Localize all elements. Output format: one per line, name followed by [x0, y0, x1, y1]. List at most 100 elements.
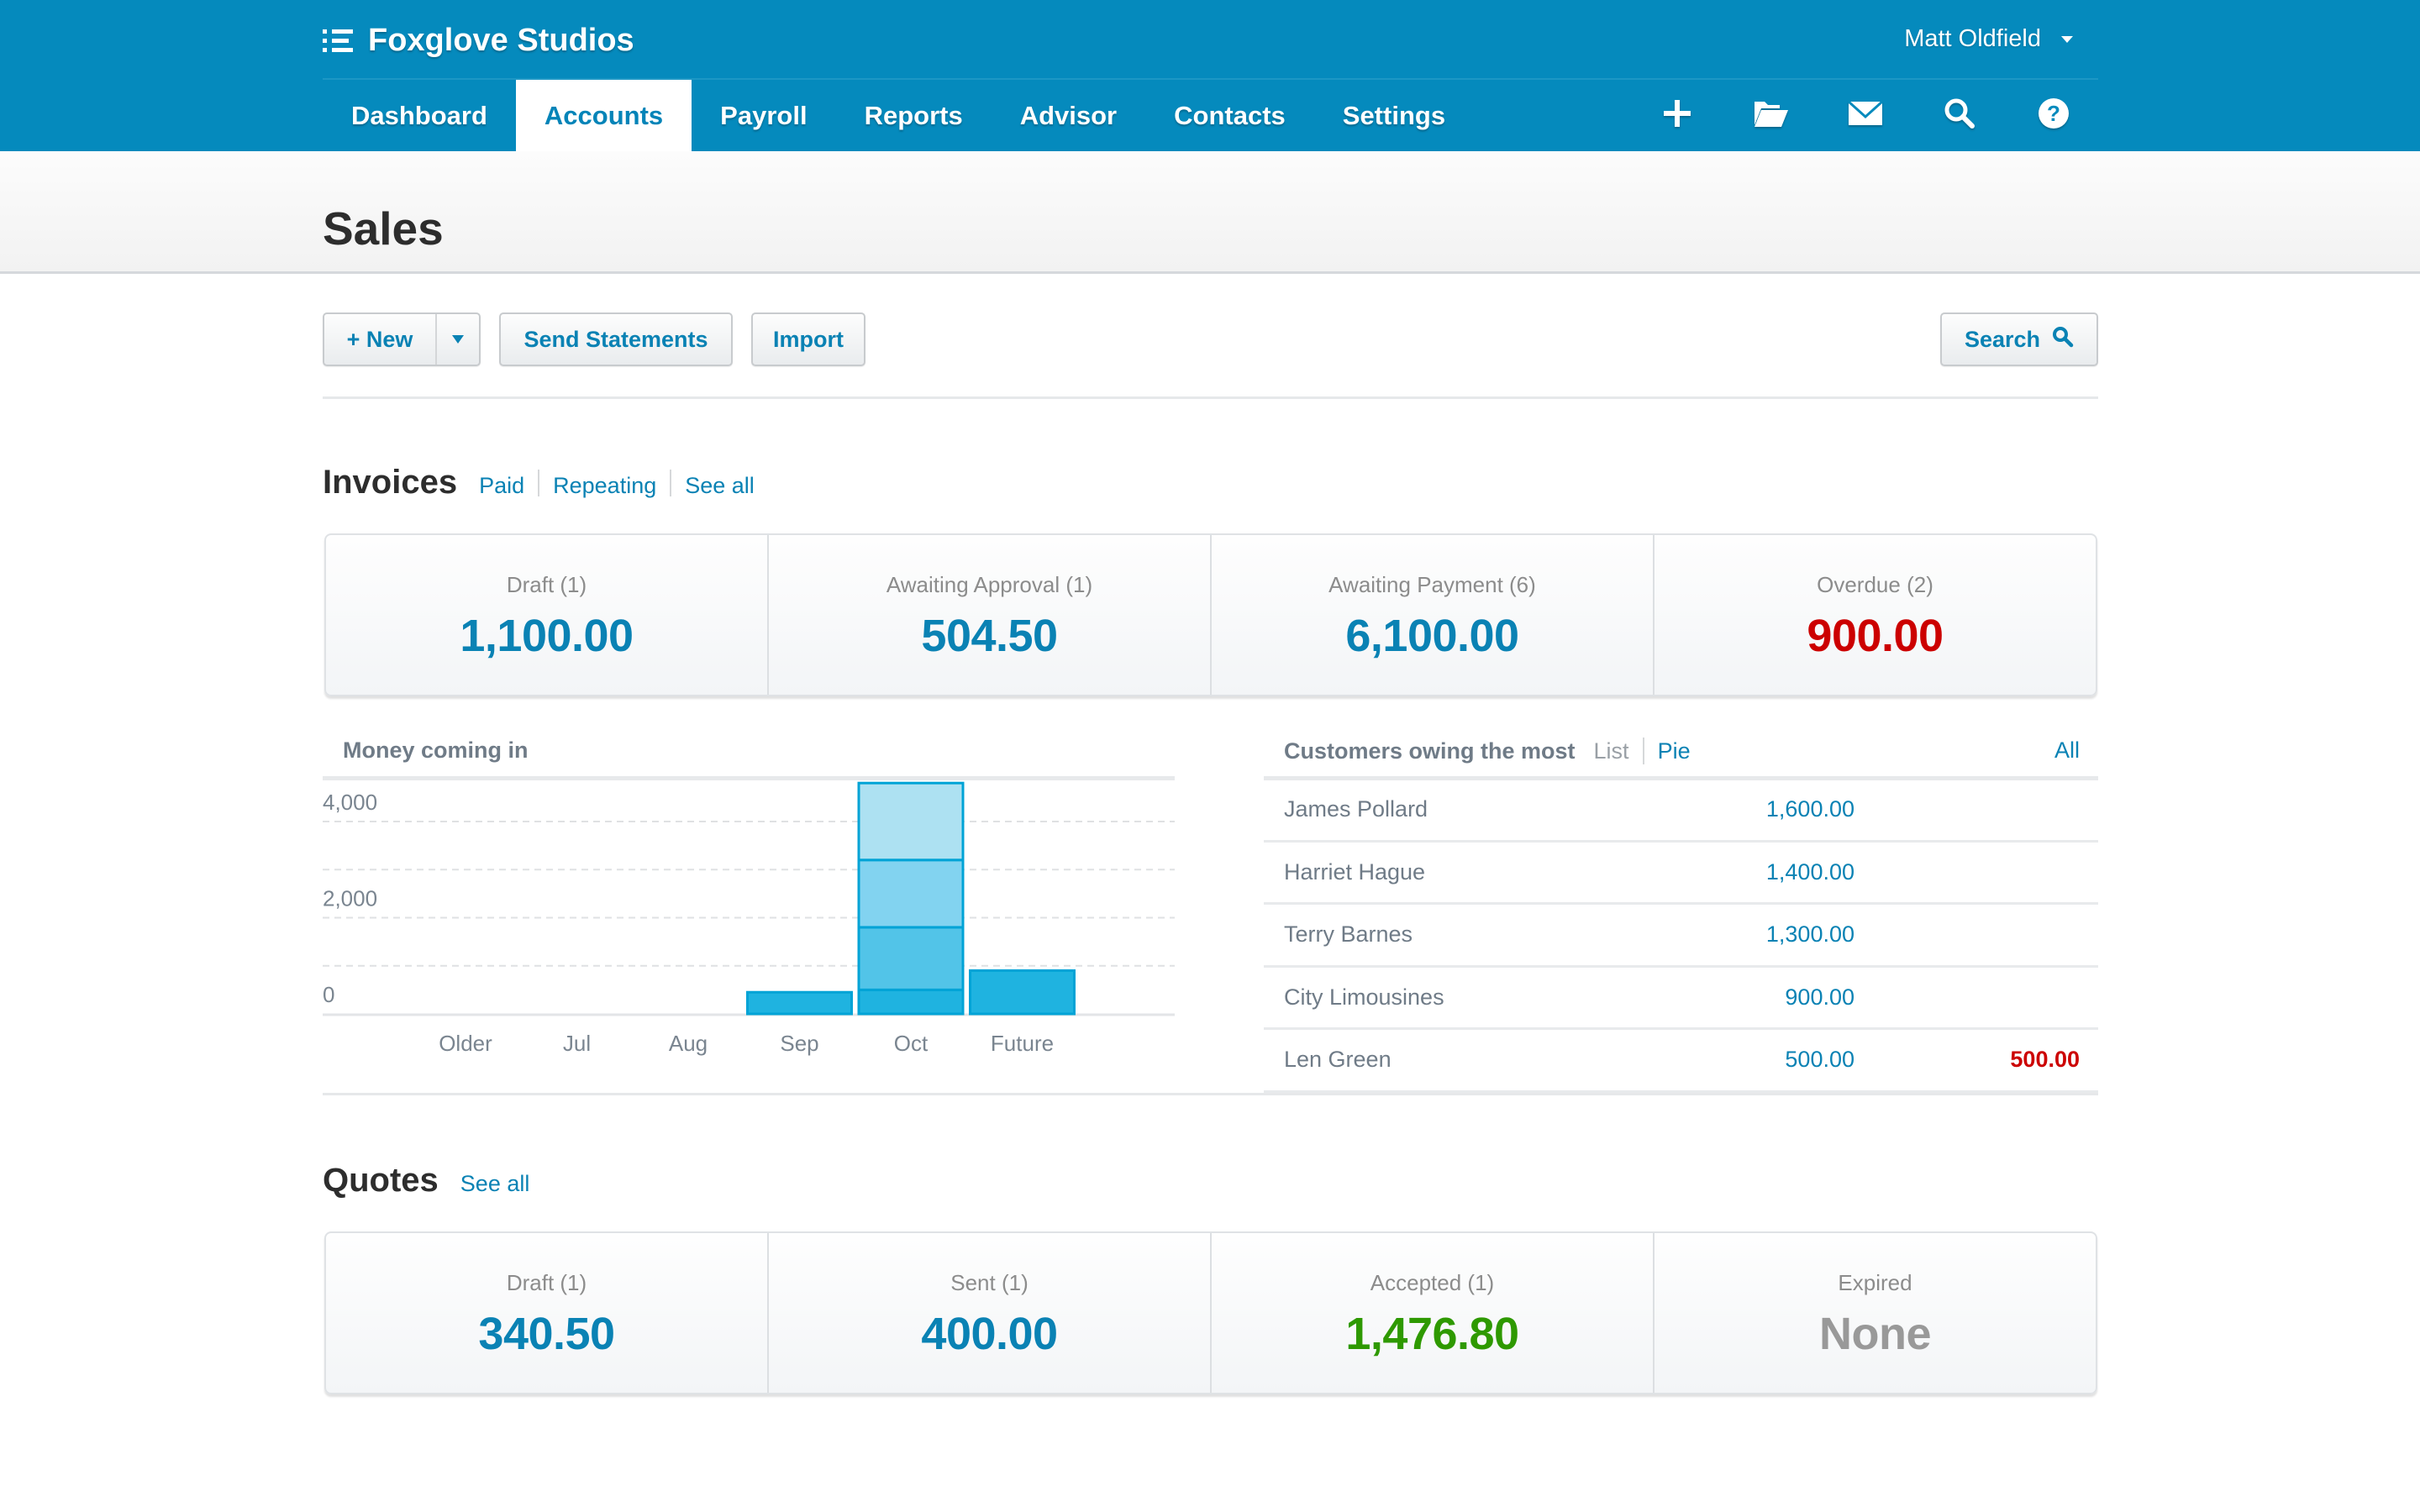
quote-card-expired[interactable]: Expired None: [1655, 1233, 2096, 1393]
folder-icon[interactable]: [1752, 94, 1791, 133]
view-pie-toggle[interactable]: Pie: [1658, 738, 1691, 764]
customer-amount[interactable]: 1,400.00: [1766, 859, 1854, 885]
search-button[interactable]: Search: [1940, 312, 2098, 366]
nav-dashboard[interactable]: Dashboard: [323, 80, 516, 151]
y-tick-label: 4,000: [323, 790, 377, 815]
bar-segment-oct: [857, 858, 965, 929]
invoice-card-awaiting-approval[interactable]: Awaiting Approval (1) 504.50: [769, 535, 1212, 695]
header-actions: ?: [1658, 80, 2073, 147]
help-icon[interactable]: ?: [2034, 94, 2073, 133]
invoices-see-all-link[interactable]: See all: [685, 473, 755, 499]
customers-owing-panel: Customers owing the most List Pie All Ja…: [1264, 722, 2098, 1093]
customer-name: Terry Barnes: [1284, 921, 1413, 947]
customer-row[interactable]: Len Green 500.00 500.00: [1264, 1030, 2098, 1093]
separator: [1642, 738, 1644, 764]
quote-card-draft[interactable]: Draft (1) 340.50: [326, 1233, 769, 1393]
send-statements-button[interactable]: Send Statements: [499, 312, 733, 366]
customer-row[interactable]: City Limousines 900.00: [1264, 968, 2098, 1030]
panel-divider: [323, 776, 1175, 780]
quote-card-accepted[interactable]: Accepted (1) 1,476.80: [1212, 1233, 1655, 1393]
card-value: 340.50: [478, 1309, 615, 1359]
separator: [670, 469, 672, 496]
customer-name: James Pollard: [1284, 796, 1428, 822]
page-title: Sales: [323, 202, 444, 255]
x-tick-label: Sep: [780, 1031, 818, 1056]
org-switcher[interactable]: Foxglove Studios: [323, 18, 634, 62]
view-list-toggle[interactable]: List: [1594, 738, 1629, 764]
import-button[interactable]: Import: [751, 312, 865, 366]
card-value: 1,100.00: [460, 611, 634, 661]
customers-heading: Customers owing the most List Pie: [1284, 738, 1691, 764]
new-button[interactable]: + New: [324, 327, 435, 353]
chevron-down-icon: [452, 335, 464, 344]
card-value: 400.00: [921, 1309, 1058, 1359]
plus-icon[interactable]: [1658, 94, 1697, 133]
card-label: Draft (1): [506, 572, 587, 597]
separator: [538, 469, 540, 496]
y-tick-label: 0: [323, 982, 334, 1007]
card-label: Expired: [1838, 1270, 1912, 1295]
x-tick-label: Oct: [894, 1031, 929, 1056]
card-label: Draft (1): [506, 1270, 587, 1295]
x-tick-label: Future: [991, 1031, 1054, 1056]
nav-settings[interactable]: Settings: [1314, 80, 1474, 151]
card-value: 6,100.00: [1345, 611, 1519, 661]
invoice-summary-cards: Draft (1) 1,100.00 Awaiting Approval (1)…: [324, 533, 2097, 696]
invoices-heading: Invoices Paid Repeating See all: [323, 464, 755, 501]
search-button-label: Search: [1964, 326, 2041, 352]
bar-segment-future: [969, 969, 1076, 1016]
x-tick-label: Older: [439, 1031, 492, 1056]
nav-reports[interactable]: Reports: [836, 80, 992, 151]
bar-segment-oct: [857, 926, 965, 991]
customer-row[interactable]: James Pollard 1,600.00: [1264, 780, 2098, 843]
x-tick-label: Aug: [669, 1031, 708, 1056]
card-value: 1,476.80: [1345, 1309, 1519, 1359]
customer-amount[interactable]: 900.00: [1785, 984, 1854, 1011]
quotes-title: Quotes: [323, 1162, 439, 1199]
toolbar: + New Send Statements Import Search: [323, 312, 2098, 366]
invoices-paid-link[interactable]: Paid: [479, 473, 524, 499]
divider: [323, 1093, 2098, 1095]
nav-contacts[interactable]: Contacts: [1145, 80, 1314, 151]
main-nav: Dashboard Accounts Payroll Reports Advis…: [323, 80, 1474, 151]
svg-text:?: ?: [2047, 101, 2060, 126]
card-label: Awaiting Approval (1): [886, 572, 1093, 597]
invoice-card-draft[interactable]: Draft (1) 1,100.00: [326, 535, 769, 695]
customers-all-link[interactable]: All: [2054, 738, 2080, 764]
quotes-see-all-link[interactable]: See all: [460, 1171, 530, 1197]
nav-advisor[interactable]: Advisor: [992, 80, 1145, 151]
customer-amount[interactable]: 500.00: [1785, 1047, 1854, 1073]
invoice-card-awaiting-payment[interactable]: Awaiting Payment (6) 6,100.00: [1212, 535, 1655, 695]
x-tick-label: Jul: [563, 1031, 591, 1056]
customer-amount[interactable]: 1,300.00: [1766, 921, 1854, 948]
invoices-title: Invoices: [323, 464, 458, 501]
nav-payroll[interactable]: Payroll: [692, 80, 835, 151]
bar-segment-sep: [746, 990, 853, 1016]
nav-accounts[interactable]: Accounts: [515, 80, 692, 151]
card-label: Awaiting Payment (6): [1328, 572, 1536, 597]
customers-list: James Pollard 1,600.00 Harriet Hague 1,4…: [1264, 780, 2098, 1093]
customer-name: City Limousines: [1284, 984, 1444, 1010]
search-icon[interactable]: [1940, 94, 1979, 133]
top-header: Foxglove Studios Matt Oldfield Dashboard…: [0, 0, 2420, 151]
invoices-repeating-link[interactable]: Repeating: [553, 473, 656, 499]
customer-row[interactable]: Harriet Hague 1,400.00: [1264, 843, 2098, 905]
quote-card-sent[interactable]: Sent (1) 400.00: [769, 1233, 1212, 1393]
customer-row[interactable]: Terry Barnes 1,300.00: [1264, 905, 2098, 968]
card-value: 504.50: [921, 611, 1058, 661]
divider: [323, 396, 2098, 399]
quotes-heading: Quotes See all: [323, 1162, 529, 1200]
customer-amount[interactable]: 1,600.00: [1766, 796, 1854, 822]
customer-overdue[interactable]: 500.00: [2010, 1047, 2080, 1073]
invoice-card-overdue[interactable]: Overdue (2) 900.00: [1655, 535, 2096, 695]
bar-segment-oct: [857, 781, 965, 862]
user-name: Matt Oldfield: [1904, 25, 2041, 52]
new-dropdown-button[interactable]: [435, 314, 479, 365]
new-button-group: + New: [323, 312, 481, 366]
customer-name: Len Green: [1284, 1047, 1392, 1072]
customer-name: Harriet Hague: [1284, 858, 1426, 885]
user-menu[interactable]: Matt Oldfield: [1904, 25, 2073, 53]
card-label: Sent (1): [950, 1270, 1028, 1295]
mail-icon[interactable]: [1846, 94, 1885, 133]
chart-title: Money coming in: [343, 738, 529, 763]
